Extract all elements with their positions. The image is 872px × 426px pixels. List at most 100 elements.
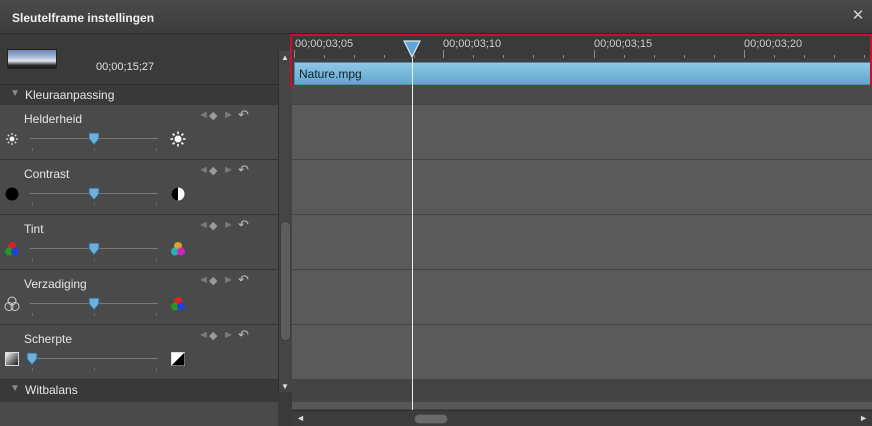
next-keyframe-icon[interactable]: ► [223, 329, 234, 341]
rgb-circles-icon [171, 242, 185, 256]
prev-keyframe-icon[interactable]: ◄ [198, 329, 209, 341]
scroll-down-icon[interactable]: ▼ [281, 382, 289, 391]
window-title: Sleutelframe instellingen [12, 11, 155, 25]
black-circle-icon [5, 187, 19, 201]
prev-keyframe-icon[interactable]: ◄ [198, 164, 209, 176]
slider-tick [32, 148, 33, 151]
slider-tick [32, 258, 33, 261]
keyframe-lane [292, 402, 872, 410]
ruler-tick [744, 50, 745, 58]
slider-tick [94, 313, 95, 316]
slider-tick [94, 148, 95, 151]
property-verzadiging: Verzadiging ◄ ◆ ► ↶ [0, 270, 278, 325]
reset-icon[interactable]: ↶ [238, 217, 249, 233]
reset-icon[interactable]: ↶ [238, 327, 249, 343]
properties-panel: 00;00;15;27 ▼ Kleuraanpassing Helderheid… [0, 34, 278, 426]
vertical-scroll-thumb[interactable] [280, 221, 291, 341]
property-label: Contrast [24, 167, 70, 181]
property-contrast: Contrast ◄ ◆ ► ↶ [0, 160, 278, 215]
slider-thumb[interactable] [88, 297, 100, 311]
section-label: Witbalans [25, 383, 78, 397]
property-label: Tint [24, 222, 44, 236]
clip-name: Nature.mpg [299, 67, 362, 81]
add-keyframe-icon[interactable]: ◆ [209, 329, 217, 342]
clip-info: 00;00;15;27 [0, 34, 278, 85]
slider-tick [156, 368, 157, 371]
add-keyframe-icon[interactable]: ◆ [209, 219, 217, 232]
section-kleuraanpassing[interactable]: ▼ Kleuraanpassing [0, 85, 278, 105]
keyframe-lane[interactable] [292, 105, 872, 160]
section-lane [292, 380, 872, 402]
timecode-label: 00;00;03;05 [295, 38, 354, 50]
slider-tick [156, 313, 157, 316]
slider-tick [32, 203, 33, 206]
section-content-witbalans [0, 402, 278, 426]
slider-thumb[interactable] [88, 242, 100, 256]
property-label: Scherpte [24, 332, 73, 346]
half-circle-icon [171, 187, 185, 201]
next-keyframe-icon[interactable]: ► [223, 164, 234, 176]
next-keyframe-icon[interactable]: ► [223, 274, 234, 286]
close-icon[interactable]: ✕ [850, 8, 866, 24]
property-scherpte: Scherpte ◄ ◆ ► ↶ [0, 325, 278, 380]
empty-circles-icon [4, 296, 20, 311]
keyframe-lane[interactable] [292, 270, 872, 325]
slider-tick [94, 258, 95, 261]
slider-tick [94, 368, 95, 371]
timecode-label: 00;00;03;15 [594, 38, 653, 50]
collapse-triangle-icon[interactable]: ▼ [10, 88, 20, 99]
property-tint: Tint ◄ ◆ ► ↶ [0, 215, 278, 270]
prev-keyframe-icon[interactable]: ◄ [198, 274, 209, 286]
playhead-line [412, 58, 413, 410]
sharp-square-icon [171, 352, 185, 366]
slider-thumb[interactable] [26, 352, 38, 366]
ruler-tick [294, 50, 295, 58]
scroll-left-icon[interactable]: ◄ [296, 413, 305, 423]
section-lane [292, 86, 872, 105]
section-label: Kleuraanpassing [25, 88, 115, 102]
time-ruler[interactable]: 00;00;03;05 00;00;03;10 00;00;03;15 00;0… [292, 34, 872, 58]
clip-duration: 00;00;15;27 [96, 61, 155, 73]
horizontal-scroll-thumb[interactable] [414, 414, 448, 424]
reset-icon[interactable]: ↶ [238, 162, 249, 178]
slider-tick [156, 148, 157, 151]
add-keyframe-icon[interactable]: ◆ [209, 109, 217, 122]
collapse-triangle-icon[interactable]: ▼ [10, 383, 20, 394]
slider-track[interactable] [30, 358, 158, 359]
ruler-tick [594, 50, 595, 58]
property-label: Helderheid [24, 112, 83, 126]
slider-thumb[interactable] [88, 132, 100, 146]
timecode-label: 00;00;03;20 [744, 38, 803, 50]
horizontal-scrollbar[interactable]: ◄ ► [292, 410, 872, 426]
slider-tick [32, 313, 33, 316]
slider-tick [156, 258, 157, 261]
keyframe-lane[interactable] [292, 215, 872, 270]
sun-large-icon [170, 131, 186, 147]
timecode-label: 00;00;03;10 [443, 38, 502, 50]
scroll-right-icon[interactable]: ► [859, 413, 868, 423]
next-keyframe-icon[interactable]: ► [223, 109, 234, 121]
reset-icon[interactable]: ↶ [238, 272, 249, 288]
add-keyframe-icon[interactable]: ◆ [209, 164, 217, 177]
playhead-marker-icon[interactable] [403, 40, 421, 58]
slider-tick [32, 368, 33, 371]
ruler-tick [443, 50, 444, 58]
prev-keyframe-icon[interactable]: ◄ [198, 109, 209, 121]
rgb-circles-icon [171, 297, 185, 311]
prev-keyframe-icon[interactable]: ◄ [198, 219, 209, 231]
section-witbalans[interactable]: ▼ Witbalans [0, 380, 278, 402]
slider-tick [94, 203, 95, 206]
keyframe-lane[interactable] [292, 160, 872, 215]
vertical-scrollbar[interactable]: ▲ ▼ [278, 51, 292, 392]
scroll-up-icon[interactable]: ▲ [281, 53, 289, 62]
add-keyframe-icon[interactable]: ◆ [209, 274, 217, 287]
property-label: Verzadiging [24, 277, 87, 291]
keyframe-timeline: 00;00;03;05 00;00;03;10 00;00;03;15 00;0… [290, 34, 872, 426]
slider-thumb[interactable] [88, 187, 100, 201]
keyframe-lane[interactable] [292, 325, 872, 380]
title-bar: Sleutelframe instellingen ✕ [0, 0, 872, 34]
gradient-square-icon [5, 352, 19, 366]
next-keyframe-icon[interactable]: ► [223, 219, 234, 231]
clip-bar[interactable]: Nature.mpg [294, 62, 872, 85]
reset-icon[interactable]: ↶ [238, 107, 249, 123]
